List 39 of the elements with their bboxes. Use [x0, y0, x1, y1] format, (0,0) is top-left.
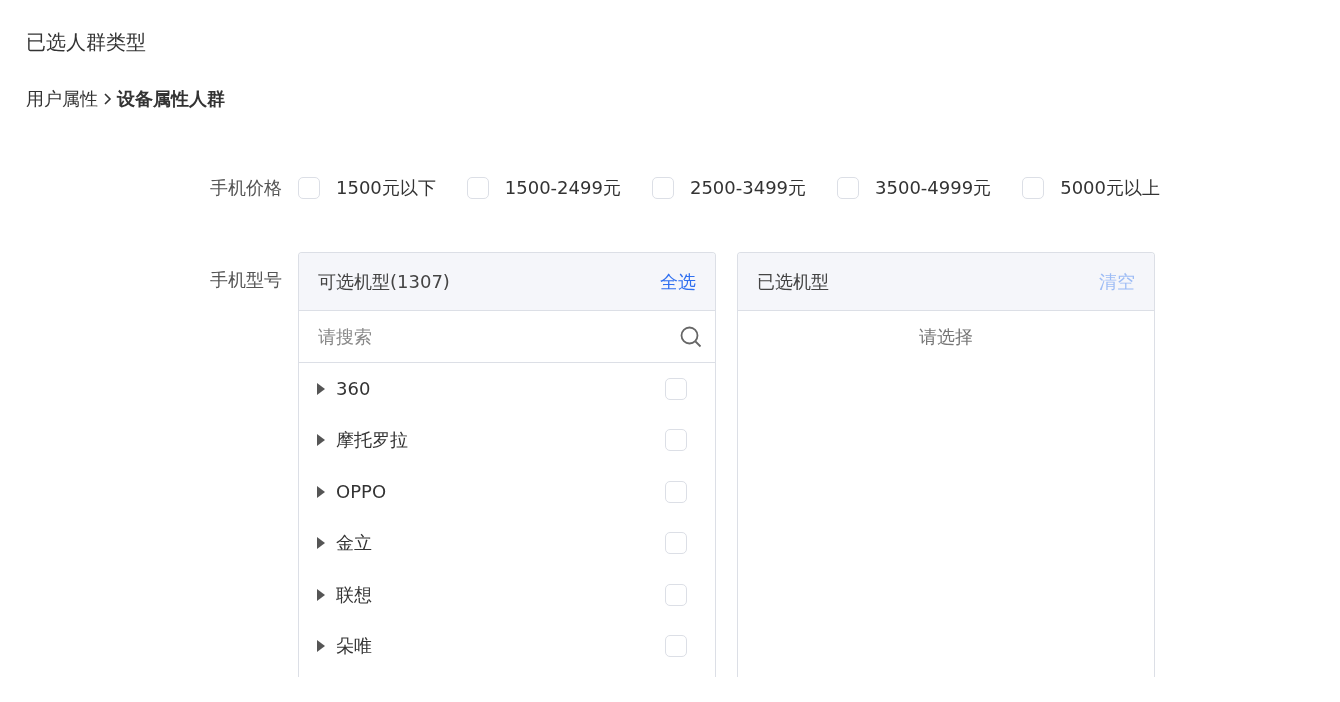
tree-item[interactable]: OPPO	[336, 481, 665, 503]
checkbox[interactable]	[665, 635, 687, 658]
checkbox[interactable]	[837, 177, 860, 199]
tree-item[interactable]: 金立	[336, 531, 665, 556]
search-icon	[679, 324, 703, 349]
option-label[interactable]: 2500-3499元	[689, 176, 807, 200]
checkbox[interactable]	[665, 480, 687, 503]
caret-icon[interactable]	[316, 536, 326, 551]
checkbox[interactable]	[651, 177, 674, 199]
option-label[interactable]: 1500元以下	[336, 176, 436, 200]
breadcrumb-item[interactable]: 用户属性	[26, 86, 98, 112]
checkbox[interactable]	[665, 377, 687, 400]
field-label: 手机价格	[209, 176, 283, 200]
option-label[interactable]: 3500-4999元	[875, 176, 992, 200]
panel-title: 已选机型	[757, 269, 829, 294]
option-label[interactable]: 5000元以上	[1060, 176, 1160, 200]
page-title: 已选人群类型	[26, 29, 147, 56]
caret-icon[interactable]	[316, 433, 326, 448]
checkbox[interactable]	[665, 532, 687, 555]
empty-text: 请选择	[918, 325, 974, 349]
caret-icon[interactable]	[316, 484, 326, 499]
select-all-link[interactable]: 全选	[660, 269, 696, 294]
tree-item[interactable]: 摩托罗拉	[336, 428, 665, 453]
checkbox[interactable]	[665, 429, 687, 452]
search-field[interactable]: 请搜索	[318, 326, 679, 347]
tree-item[interactable]: 联想	[336, 582, 665, 607]
option-label[interactable]: 1500-2499元	[504, 176, 621, 200]
panel-title: 可选机型(1307)	[318, 269, 450, 294]
tree-item[interactable]: 360	[336, 378, 665, 400]
caret-icon[interactable]	[316, 639, 326, 654]
caret-icon[interactable]	[316, 381, 326, 396]
checkbox[interactable]	[665, 583, 687, 606]
checkbox[interactable]	[1022, 177, 1045, 199]
breadcrumb-item: 设备属性人群	[117, 87, 225, 111]
field-label: 手机型号	[209, 268, 283, 292]
caret-icon[interactable]	[316, 587, 326, 602]
tree-item[interactable]: 朵唯	[336, 634, 665, 659]
checkbox[interactable]	[466, 177, 489, 199]
checkbox[interactable]	[298, 177, 320, 199]
